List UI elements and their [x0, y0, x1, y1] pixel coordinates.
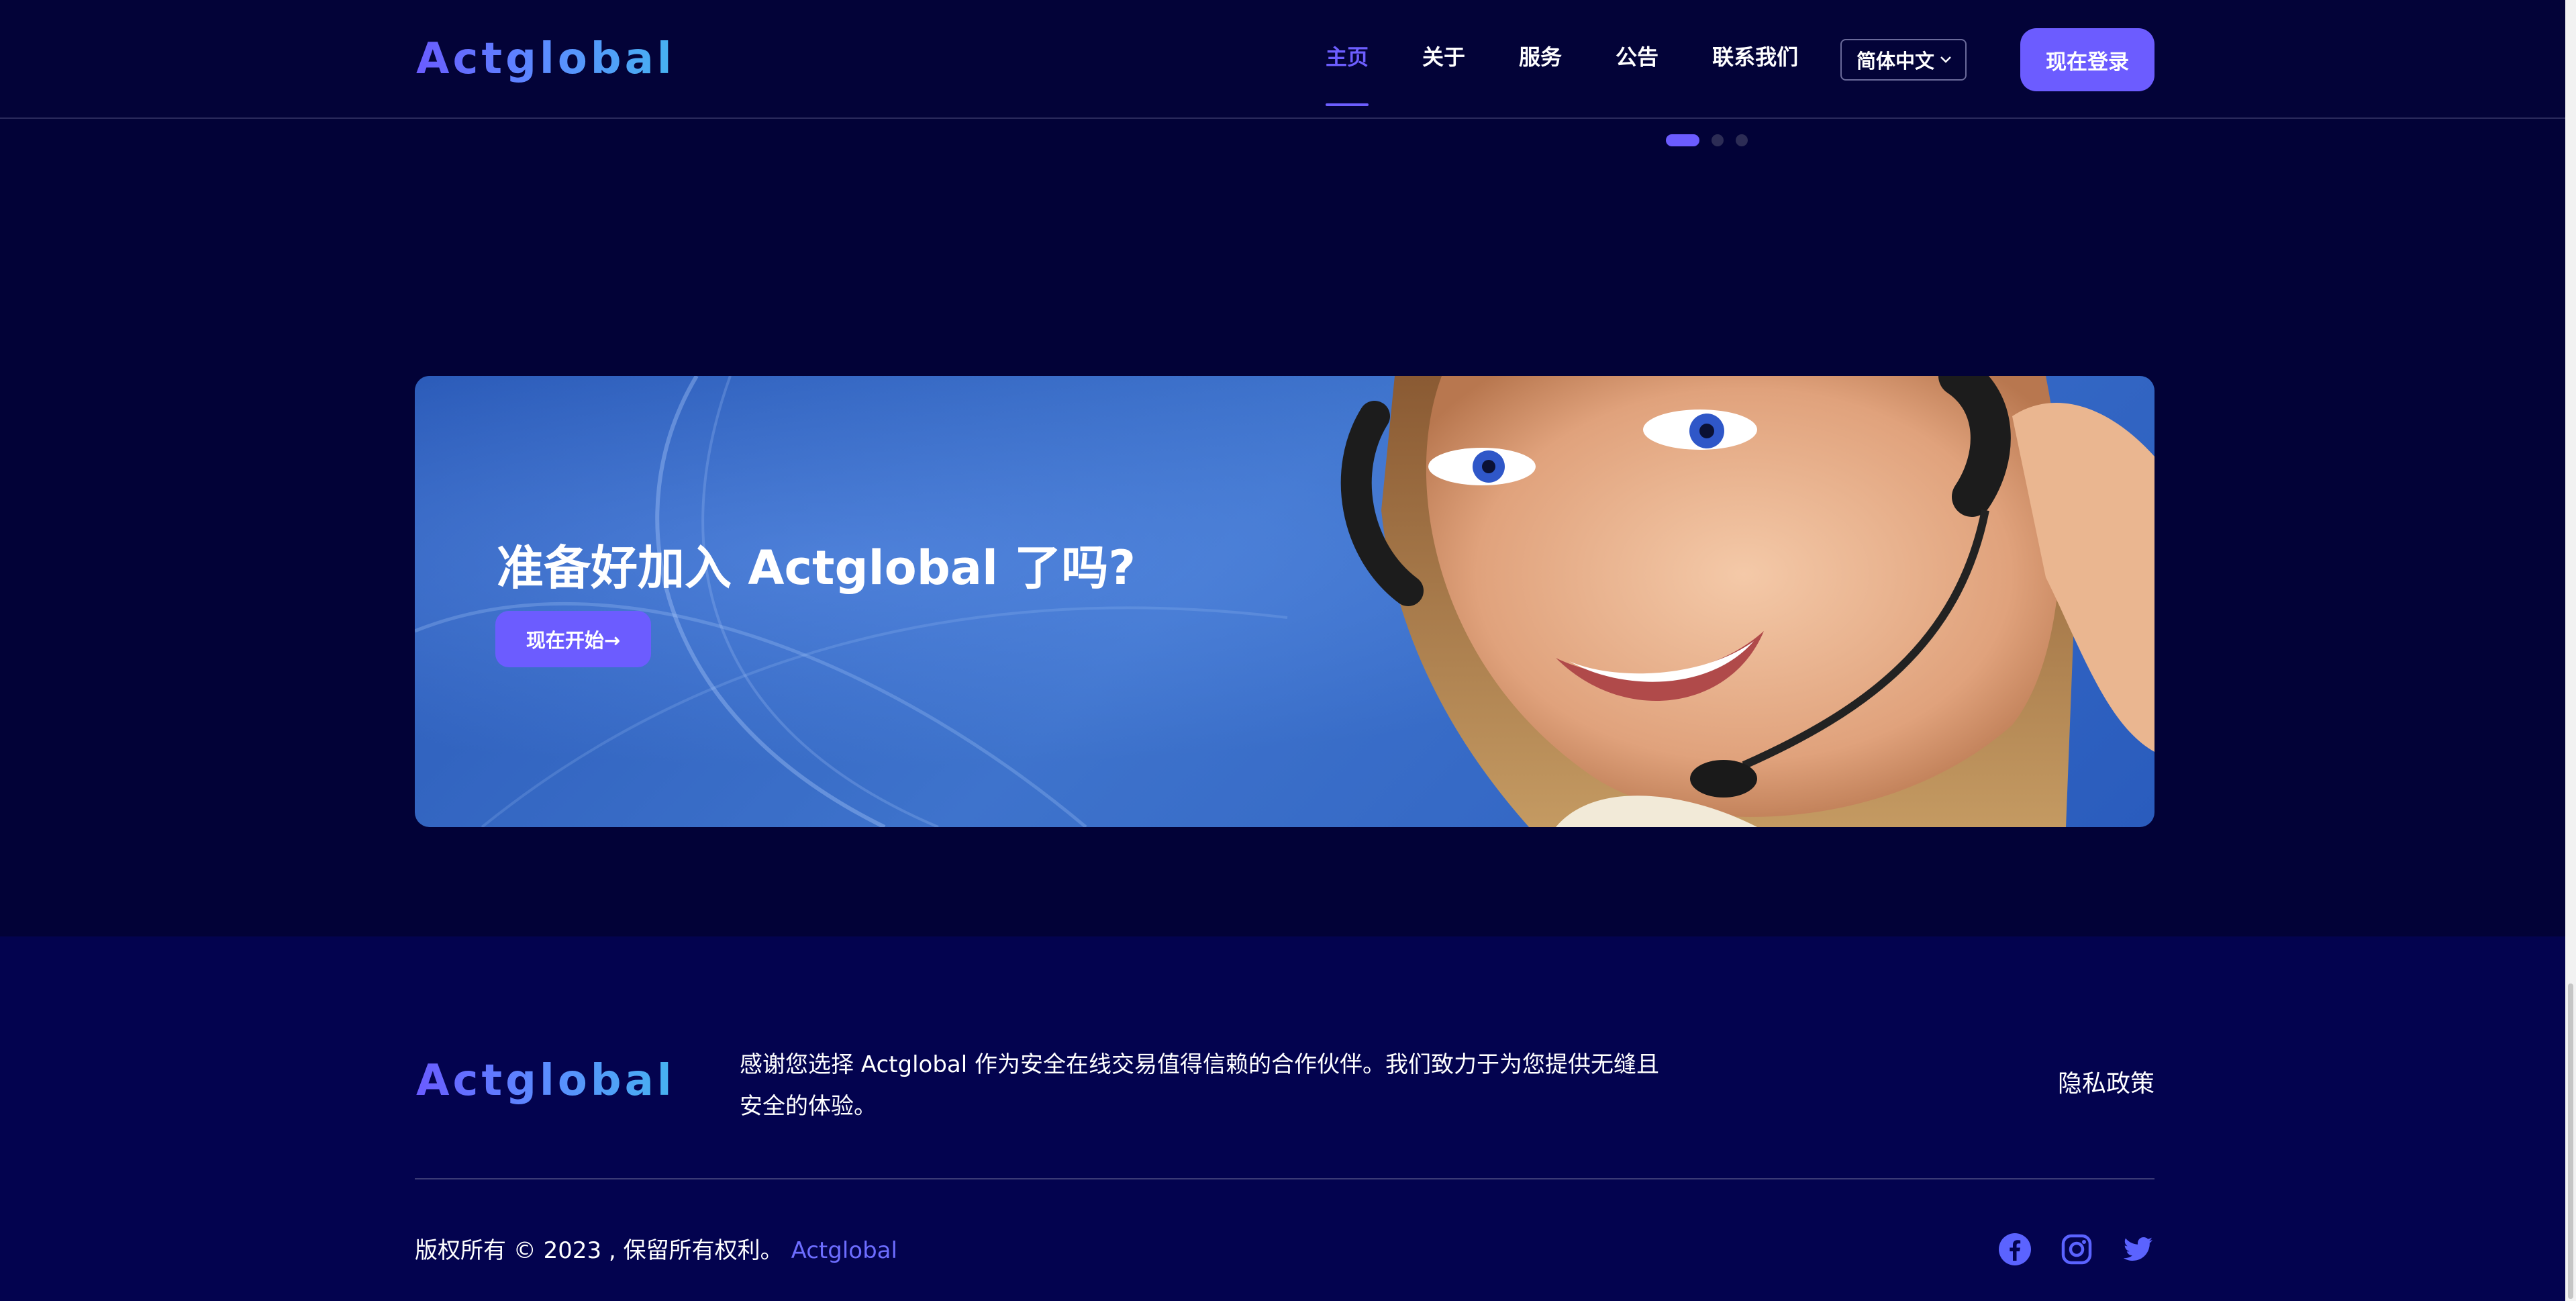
- nav-item-contact[interactable]: 联系我们: [1712, 40, 1798, 74]
- site-footer: Actglobal 感谢您选择 Actglobal 作为安全在线交易值得信赖的合…: [0, 936, 2576, 1301]
- nav-item-home[interactable]: 主页: [1326, 40, 1369, 106]
- vertical-scrollbar[interactable]: [2565, 0, 2576, 1301]
- header-logo[interactable]: Actglobal: [416, 32, 675, 86]
- login-button[interactable]: 现在登录: [2020, 28, 2154, 91]
- banner-title: 准备好加入 Actglobal 了吗?: [497, 540, 1136, 595]
- instagram-icon[interactable]: [2059, 1232, 2094, 1267]
- nav-item-announcements[interactable]: 公告: [1616, 40, 1658, 74]
- page: Actglobal 主页 关于 服务 公告 联系我们 简体中文 现在登录 准备好…: [0, 0, 2576, 1301]
- chevron-down-icon: [1938, 50, 1953, 74]
- language-select-value: 简体中文: [1856, 50, 1935, 73]
- banner-background-image: [415, 376, 2154, 827]
- language-select[interactable]: 简体中文: [1840, 39, 1967, 81]
- facebook-icon[interactable]: [1997, 1232, 2032, 1267]
- privacy-policy-link[interactable]: 隐私政策: [2058, 1064, 2154, 1099]
- main-nav: 主页 关于 服务 公告 联系我们: [1326, 40, 1852, 106]
- footer-description: 感谢您选择 Actglobal 作为安全在线交易值得信赖的合作伙伴。我们致力于为…: [740, 1051, 1659, 1120]
- copyright-brand-link[interactable]: Actglobal: [791, 1237, 897, 1264]
- scrollbar-thumb[interactable]: [2568, 983, 2573, 1299]
- nav-item-about[interactable]: 关于: [1422, 40, 1465, 74]
- copyright-text: 版权所有 © 2023 , 保留所有权利。: [415, 1237, 783, 1264]
- carousel-dot-1[interactable]: [1666, 134, 1699, 146]
- copyright: 版权所有 © 2023 , 保留所有权利。 Actglobal: [415, 1232, 897, 1265]
- footer-divider: [415, 1178, 2154, 1179]
- nav-item-services[interactable]: 服务: [1519, 40, 1562, 74]
- social-links: [1997, 1232, 2183, 1267]
- footer-logo[interactable]: Actglobal: [416, 1054, 675, 1108]
- twitter-icon[interactable]: [2121, 1232, 2156, 1267]
- cta-banner: 准备好加入 Actglobal 了吗? 现在开始→: [415, 376, 2154, 827]
- carousel-dot-2[interactable]: [1712, 134, 1724, 146]
- carousel-dot-3[interactable]: [1736, 134, 1748, 146]
- get-started-button[interactable]: 现在开始→: [495, 611, 651, 667]
- site-header: Actglobal 主页 关于 服务 公告 联系我们 简体中文 现在登录: [0, 0, 2576, 119]
- carousel-indicators: [1666, 134, 1760, 146]
